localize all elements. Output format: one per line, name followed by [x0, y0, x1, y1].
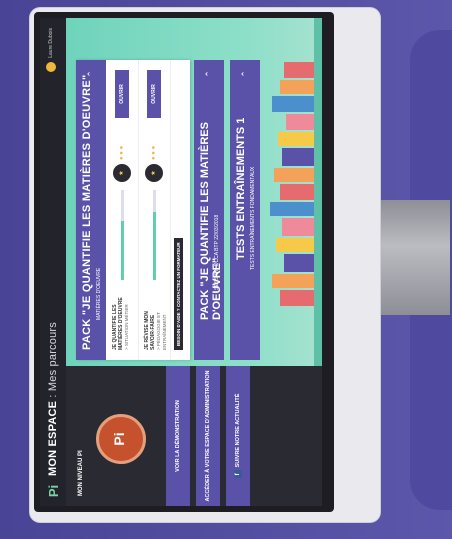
medal-icon: ★ [145, 164, 163, 182]
news-button-label: SUIVRE NOTRE ACTUALITÉ [235, 393, 241, 468]
medal-icon: ★ [113, 164, 131, 182]
page-title-sub: Mes parcours [47, 322, 59, 392]
open-button[interactable]: OUVRIR [115, 70, 129, 118]
level-badge: Pi [96, 414, 146, 464]
pack-card-2[interactable]: PACK "JE QUANTIFIE LES MATIÈRES D'OEUVRE… [194, 60, 224, 360]
chevron-up-icon[interactable]: ⌃ [203, 68, 215, 80]
pack-card-1: PACK "JE QUANTIFIE LES MATIÈRES D'OEUVRE… [76, 60, 190, 360]
level-title: MON NIVEAU PI [78, 450, 84, 496]
app-topbar: Pi MON ESPACE : Mes parcours Laure Duboi… [40, 18, 66, 506]
pack-1-subtitle: MATIÈRES D'OEUVRE [96, 267, 102, 320]
main-content: PACK "JE QUANTIFIE LES MATIÈRES D'OEUVRE… [66, 18, 322, 366]
progress-bar [153, 190, 156, 280]
pack-card-3[interactable]: TESTS ENTRAÎNEMENTS 1 TESTS ENTRAÎNEMENT… [230, 60, 260, 360]
progress-bar [121, 190, 124, 280]
module-label: JE RÉVISE MON SAVOIR-FAIRE > PÉDAGOGIE ET… [144, 311, 167, 350]
rating-stars: ● ● ● [151, 145, 157, 160]
pack-3-title: TESTS ENTRAÎNEMENTS 1 [235, 117, 247, 260]
pi-logo[interactable]: Pi [46, 476, 61, 506]
admin-button[interactable]: ACCÉDER À VOTRE ESPACE D'ADMINISTRATION [196, 366, 220, 506]
user-name: Laure Dubois [48, 28, 54, 58]
pack-1-title: PACK "JE QUANTIFIE LES MATIÈRES D'OEUVRE… [81, 74, 93, 350]
module-row: JE RÉVISE MON SAVOIR-FAIRE > PÉDAGOGIE ET… [140, 60, 171, 360]
chevron-up-icon[interactable]: ⌃ [85, 68, 97, 80]
pack-2-subtitle: SESSION OCCA BTP 22/03/2018 [214, 214, 220, 290]
chevron-up-icon[interactable]: ⌃ [239, 68, 251, 80]
page-title-main: MON ESPACE [47, 400, 59, 476]
avatar [46, 61, 56, 72]
city-illustration [262, 18, 322, 366]
demo-button[interactable]: VOIR LA DÉMONSTRATION [166, 366, 190, 506]
module-row: JE QUANTIFIE LES MATIÈRES D'OEUVRE > SITU… [108, 60, 139, 360]
user-menu[interactable]: Laure Dubois [46, 28, 56, 72]
sidebar: MON NIVEAU PI Pi VOIR LA DÉMONSTRATION A… [66, 366, 322, 506]
pack-3-subtitle: TESTS ENTRAÎNEMENTS FONDAMENTAUX [250, 166, 256, 270]
open-button[interactable]: OUVRIR [147, 70, 161, 118]
pack-1-header[interactable]: PACK "JE QUANTIFIE LES MATIÈRES D'OEUVRE… [76, 60, 106, 360]
news-button[interactable]: f SUIVRE NOTRE ACTUALITÉ [226, 366, 250, 506]
page-title-sep: : [47, 391, 59, 401]
monitor-screen: Pi MON ESPACE : Mes parcours Laure Duboi… [40, 18, 322, 506]
houses-illustration [270, 18, 322, 366]
facebook-icon: f [234, 470, 242, 479]
rotated-app: Pi MON ESPACE : Mes parcours Laure Duboi… [40, 18, 322, 506]
rating-stars: ● ● ● [119, 145, 125, 160]
module-label: JE QUANTIFIE LES MATIÈRES D'OEUVRE > SITU… [112, 297, 129, 350]
help-link[interactable]: BESOIN D'AIDE ? CONTACTEZ UN FORMATEUR [174, 238, 183, 350]
page-title: MON ESPACE : Mes parcours [47, 322, 59, 476]
